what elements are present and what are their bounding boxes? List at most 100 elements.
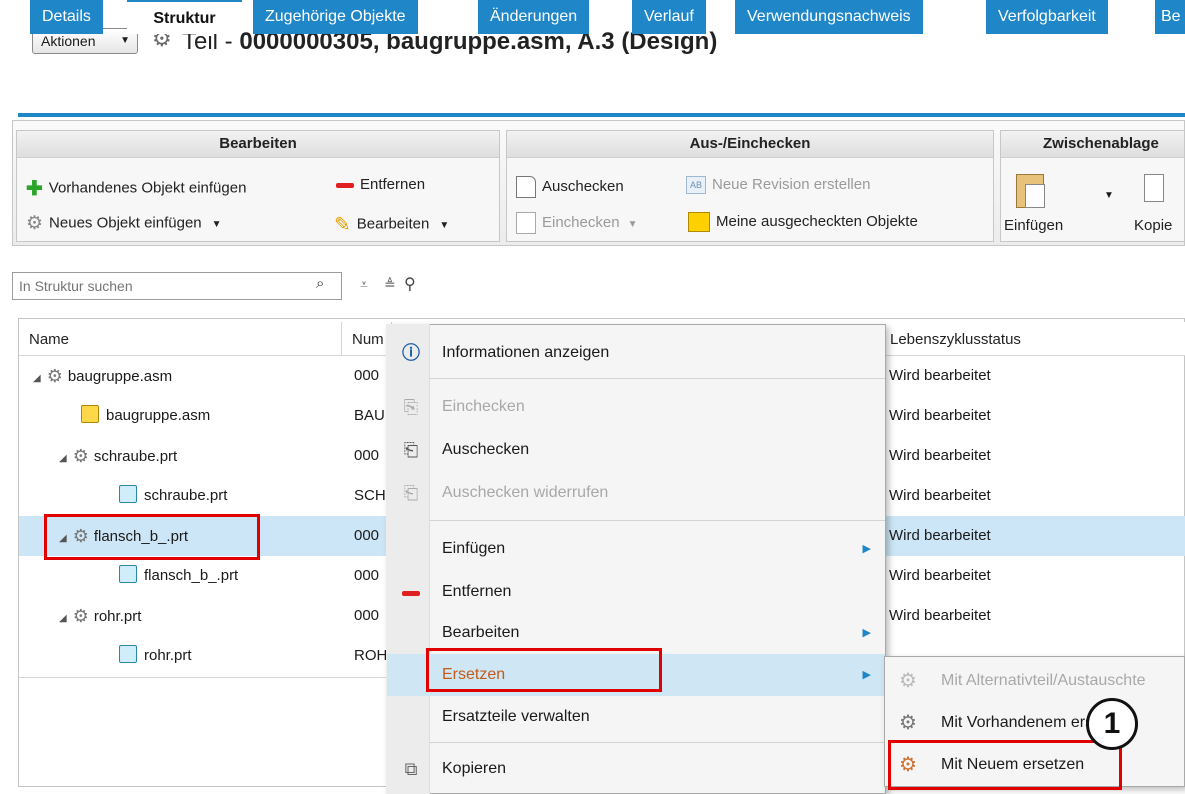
checkin-label: Einchecken — [542, 213, 620, 231]
insert-existing-button[interactable]: ✚ Vorhandenes Objekt einfügen — [26, 176, 246, 201]
column-header-name[interactable]: Name — [19, 322, 342, 356]
submenu-arrow-icon: ▶ — [862, 627, 871, 639]
submenu-item-with-alternate[interactable]: ⚙ Mit Alternativteil/Austauschte — [885, 660, 1185, 702]
number-cell: 000 — [354, 367, 380, 384]
highlight-box-ersetzen — [426, 648, 662, 692]
copy-button[interactable]: Kopie — [1134, 217, 1172, 234]
tab-zugehoerige-objekte[interactable]: Zugehörige Objekte — [253, 0, 418, 34]
expand-triangle-icon[interactable]: ◢ — [59, 453, 67, 464]
column-header-lifecycle[interactable]: Lebenszyklusstatus — [880, 322, 1185, 356]
submenu-label: Mit Alternativteil/Austauschte — [941, 672, 1146, 689]
checkout-button[interactable]: Auschecken — [516, 176, 624, 198]
highlight-box-mit-neuem — [888, 740, 1122, 790]
row-name: baugruppe.asm — [67, 368, 173, 385]
my-checked-out-button[interactable]: Meine ausgecheckten Objekte — [688, 212, 918, 232]
menu-item-checkout[interactable]: ⎗ Auschecken — [387, 429, 885, 471]
name-cell: rohr.prt — [119, 636, 192, 676]
menu-item-remove[interactable]: Entfernen — [387, 571, 885, 613]
tab-verlauf[interactable]: Verlauf — [632, 0, 706, 34]
filter-up-icon[interactable]: ≜ — [384, 276, 396, 293]
remove-label: Entfernen — [360, 176, 426, 193]
number-cell: 000 — [354, 447, 380, 464]
new-revision-label: Neue Revision erstellen — [712, 176, 871, 193]
number-cell: 000 — [354, 527, 380, 544]
paste-button[interactable]: Einfügen — [1004, 217, 1063, 234]
minus-icon — [336, 182, 354, 188]
tab-details[interactable]: Details — [30, 0, 103, 34]
tab-struktur[interactable]: Struktur — [127, 0, 242, 34]
menu-separator — [430, 742, 885, 743]
submenu-item-with-existing[interactable]: ⚙ Mit Vorhandenem ersetzen — [885, 702, 1185, 744]
insert-new-button[interactable]: ⚙ Neues Objekt einfügen ▼ — [26, 212, 222, 235]
group-title: Bearbeiten — [17, 131, 499, 158]
part-gear-icon: ⚙ — [72, 606, 89, 626]
expand-triangle-icon[interactable]: ◢ — [33, 373, 41, 384]
clipboard-paste-icon — [1016, 170, 1046, 208]
row-name: baugruppe.asm — [106, 407, 211, 424]
menu-item-undo-checkout[interactable]: ⎗ Auschecken widerrufen — [387, 472, 885, 514]
menu-item-checkin[interactable]: ⎘ Einchecken — [387, 386, 885, 428]
new-revision-button[interactable]: AB Neue Revision erstellen — [686, 176, 871, 195]
status-cell: Wird bearbeitet — [889, 367, 991, 384]
number-cell: 000 — [354, 567, 380, 584]
insert-new-label: Neues Objekt einfügen — [49, 214, 202, 232]
info-icon: ⓘ — [402, 343, 420, 363]
find-icon[interactable]: ⚲ — [404, 274, 416, 294]
my-checked-out-label: Meine ausgecheckten Objekte — [716, 212, 918, 230]
grid-divider — [19, 677, 386, 678]
tab-aenderungen[interactable]: Änderungen — [478, 0, 590, 34]
status-cell: Wird bearbeitet — [889, 567, 991, 584]
tab-bar — [18, 80, 1185, 114]
expand-triangle-icon[interactable]: ◢ — [59, 613, 67, 624]
menu-separator — [430, 520, 885, 521]
row-name: schraube.prt — [144, 487, 228, 504]
name-cell: schraube.prt — [119, 476, 227, 516]
undo-checkout-icon: ⎗ — [403, 483, 419, 503]
tab-verfolgbarkeit[interactable]: Verfolgbarkeit — [986, 0, 1108, 34]
status-cell: Wird bearbeitet — [889, 407, 991, 424]
highlight-box-flansch — [44, 514, 260, 560]
number-cell: SCH — [354, 487, 386, 504]
checkout-icon — [516, 176, 536, 198]
actions-label: Aktionen — [41, 33, 96, 49]
row-name: rohr.prt — [144, 647, 192, 664]
group-title: Aus-/Einchecken — [507, 131, 993, 158]
tab-underline — [18, 113, 1185, 117]
menu-label: Kopieren — [442, 760, 507, 777]
document-icon — [81, 405, 99, 423]
minus-icon — [399, 571, 423, 613]
number-cell: BAU — [354, 407, 385, 424]
column-header-number[interactable]: Num — [342, 322, 392, 356]
edit-button[interactable]: ✎ Bearbeiten ▼ — [334, 212, 449, 237]
row-name: schraube.prt — [93, 448, 178, 465]
menu-label: Einfügen — [442, 540, 506, 557]
tab-more[interactable]: Be — [1155, 0, 1185, 34]
checkout-icon: ⎗ — [403, 440, 419, 460]
tab-verwendungsnachweis[interactable]: Verwendungsnachweis — [735, 0, 923, 34]
part-cube-icon — [119, 645, 137, 663]
number-cell: ROH — [354, 647, 388, 664]
name-cell: baugruppe.asm — [81, 396, 210, 436]
remove-button[interactable]: Entfernen — [336, 176, 425, 193]
name-cell: ◢ ⚙ schraube.prt — [59, 436, 177, 476]
binoculars-icon[interactable]: ⌕ — [316, 275, 324, 292]
group-title: Zwischenablage — [1001, 131, 1184, 158]
structure-search-input[interactable] — [12, 272, 342, 300]
revision-icon: AB — [686, 176, 706, 195]
part-cube-icon — [119, 565, 137, 583]
menu-item-paste[interactable]: Einfügen ▶ — [387, 528, 885, 570]
name-cell: flansch_b_.prt — [119, 556, 238, 596]
checkin-button[interactable]: Einchecken ▼ — [516, 212, 637, 234]
menu-item-copy[interactable]: ⧉ Kopieren — [387, 748, 885, 790]
name-cell: ◢ ⚙ baugruppe.asm — [33, 356, 172, 396]
assembly-gear-icon: ⚙ — [46, 366, 63, 386]
menu-label: Ersatzteile verwalten — [442, 708, 590, 725]
submenu-arrow-icon: ▶ — [862, 543, 871, 555]
menu-item-info[interactable]: ⓘ Informationen anzeigen — [387, 332, 885, 374]
menu-item-manage-spares[interactable]: Ersatzteile verwalten — [387, 696, 885, 738]
status-cell: Wird bearbeitet — [889, 607, 991, 624]
filter-down-icon[interactable]: ⩡ — [360, 276, 368, 293]
status-cell: Wird bearbeitet — [889, 447, 991, 464]
chevron-down-icon[interactable]: ▼ — [1104, 190, 1114, 201]
row-name: rohr.prt — [93, 608, 142, 625]
